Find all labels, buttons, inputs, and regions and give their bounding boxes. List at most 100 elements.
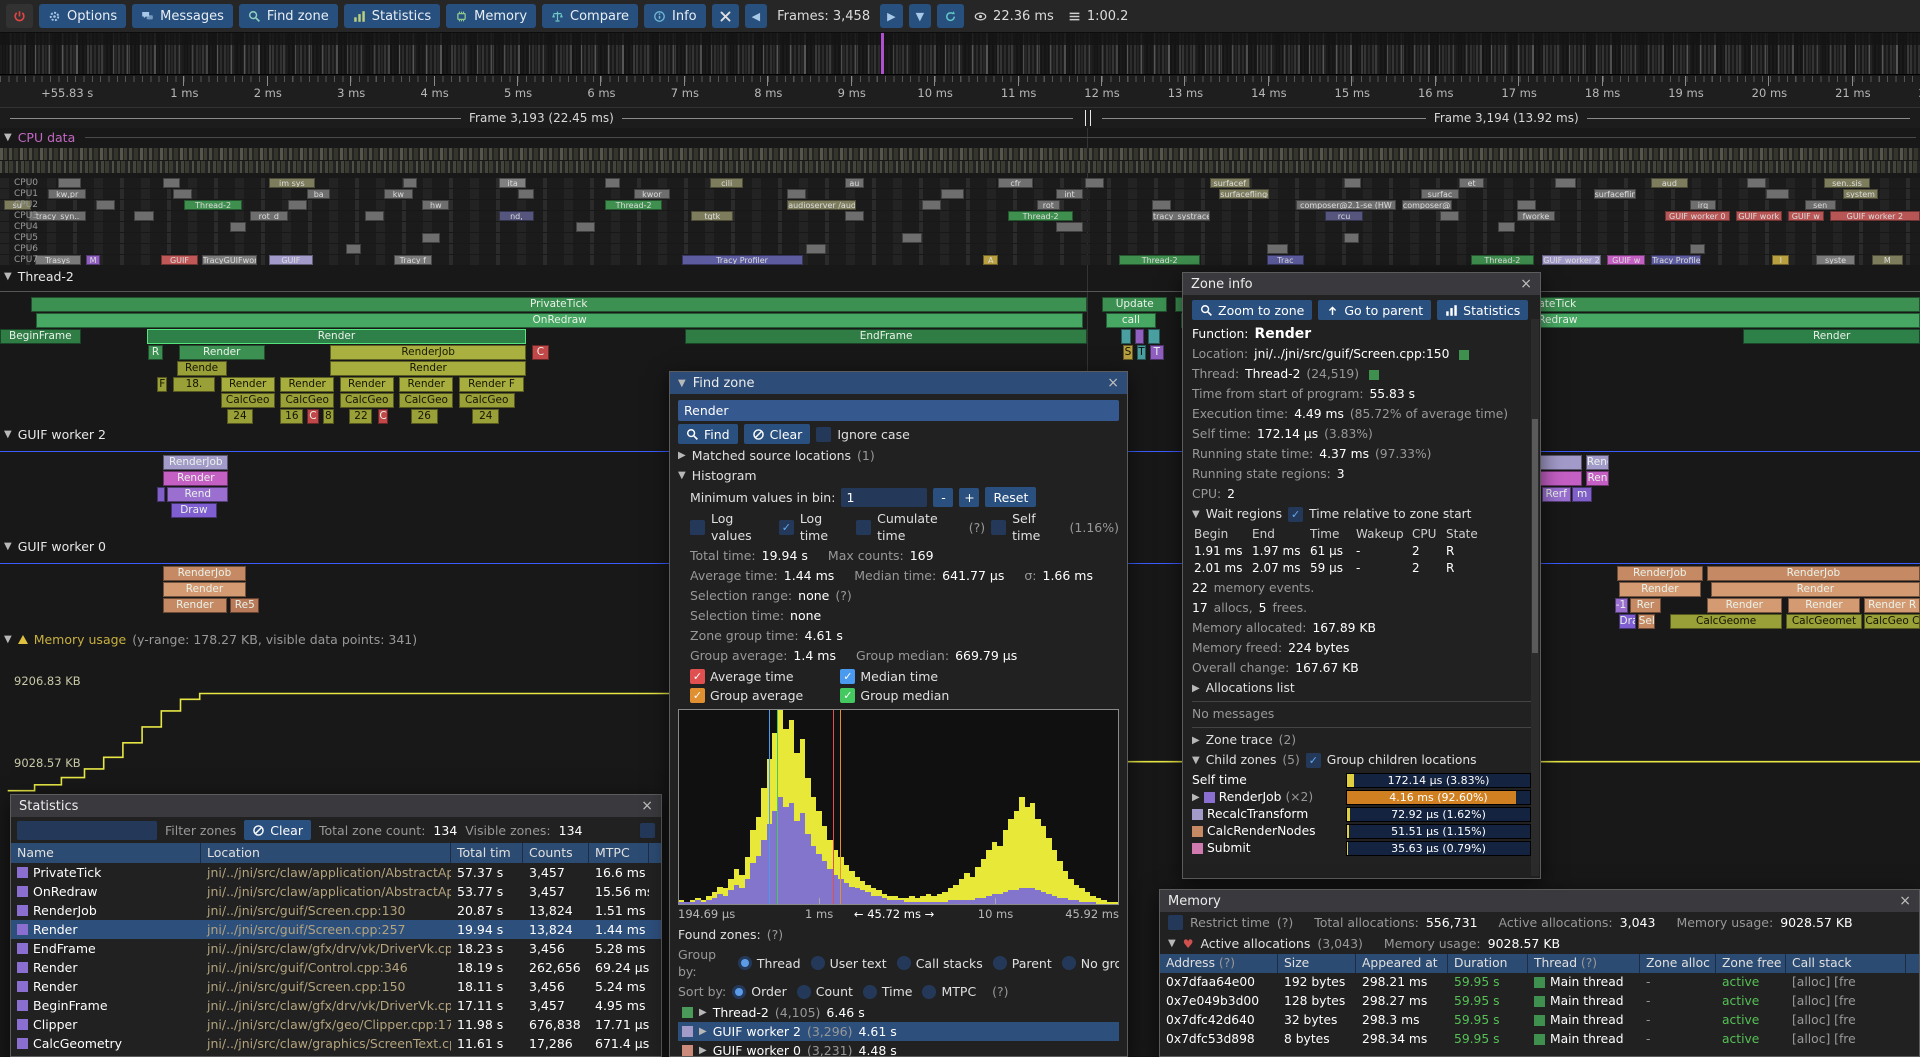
timeline-zone[interactable]: Render R <box>1864 598 1920 613</box>
series-toggle-group-average[interactable]: ✓Group average <box>690 688 840 703</box>
cpu-zone[interactable]: fworke <box>1517 211 1555 221</box>
timeline-zone[interactable]: Render <box>1711 582 1920 597</box>
cpu-zone[interactable]: au <box>845 178 864 188</box>
series-toggle-average-time[interactable]: ✓Average time <box>690 669 840 684</box>
timeline-zone[interactable]: m <box>1572 487 1591 502</box>
frame-bar[interactable]: Frame 3,193 (22.45 ms) Frame 3,194 (13.9… <box>0 108 1920 128</box>
group-by-user-text[interactable]: User text <box>811 955 887 972</box>
timeline-zone[interactable]: -17 <box>1615 598 1628 613</box>
cpu-zone[interactable]: system <box>1843 189 1878 199</box>
cpu-zone[interactable] <box>346 244 361 254</box>
zoom-to-frame-button[interactable] <box>937 4 964 28</box>
timeline-zone[interactable]: Render <box>1788 598 1861 613</box>
series-checkbox[interactable]: ✓ <box>840 688 855 703</box>
cpu-zone[interactable] <box>576 222 595 232</box>
cpu-zone[interactable] <box>1085 178 1104 188</box>
options-button[interactable]: Options <box>39 4 126 28</box>
timeline-zone[interactable]: Render <box>1619 582 1702 597</box>
statistics-row[interactable]: OnRedrawjni/../jni/src/claw/application/… <box>11 882 661 901</box>
cpu-zone[interactable]: GUIF worker 2 <box>1542 255 1602 265</box>
cpu-zone[interactable] <box>288 200 307 210</box>
frame-3194[interactable]: Frame 3,194 (13.92 ms) <box>1092 108 1920 128</box>
cpu-zone[interactable]: ba <box>307 189 330 199</box>
active-allocations-header[interactable]: ▼ ♥ Active allocations (3,043) Memory us… <box>1160 933 1919 954</box>
column-header-location[interactable]: Location <box>201 843 451 863</box>
timeline-zone[interactable]: Re5 <box>230 598 259 613</box>
timeline-zone[interactable]: Render <box>147 329 526 344</box>
zone-statistics-button[interactable]: Statistics <box>1437 300 1528 320</box>
cpu-zone[interactable] <box>96 200 115 210</box>
timeline-zone[interactable]: 26 <box>411 409 438 424</box>
statistics-button[interactable]: Statistics <box>344 4 440 28</box>
cpu-zone[interactable]: hw <box>422 200 449 210</box>
frame-3193[interactable]: Frame 3,193 (22.45 ms) <box>0 108 1083 128</box>
timeline-zone[interactable]: RenderJob <box>1707 566 1920 581</box>
cpu-zone[interactable] <box>1440 211 1459 221</box>
cpu-zone[interactable]: GUIF <box>269 255 313 265</box>
cpu-zone[interactable]: aud <box>1651 178 1687 188</box>
timeline-zone[interactable] <box>157 487 165 502</box>
min-bin-increase-button[interactable]: + <box>959 488 979 507</box>
timeline-zone[interactable]: Render <box>221 377 275 392</box>
timeline-zone[interactable]: RenderJob <box>330 345 526 360</box>
cpu-zone[interactable]: kw,pr <box>48 189 86 199</box>
thread-icon[interactable] <box>1369 370 1379 380</box>
cpu-zone[interactable] <box>1517 200 1536 210</box>
statistics-window-titlebar[interactable]: Statistics × <box>11 795 661 817</box>
sort-by-count[interactable]: Count <box>797 983 853 1000</box>
timeline-zone[interactable] <box>1135 329 1145 344</box>
cpu-zone[interactable]: surfac <box>1421 189 1459 199</box>
wait-region-row[interactable]: 1.91 ms1.97 ms61 µs-2R <box>1192 543 1531 560</box>
timeline-zone[interactable]: call <box>1106 313 1156 328</box>
cpu-zone[interactable] <box>173 189 192 199</box>
column-header-zone-free[interactable]: Zone free <box>1716 954 1786 973</box>
cpu-zone[interactable]: Thread-2 <box>1471 255 1534 265</box>
cpu-zone[interactable]: TracyGUIFworl <box>202 255 258 265</box>
cpu-zone[interactable]: im sys <box>269 178 315 188</box>
cpu-zone[interactable] <box>422 233 439 243</box>
find-zone-window-titlebar[interactable]: ▼ Find zone × <box>670 372 1127 394</box>
cpu-zone[interactable]: irq <box>1690 200 1717 210</box>
allocation-row[interactable]: 0x7e049b3d00128 bytes298.27 ms59.95 sMai… <box>1160 992 1919 1011</box>
find-zone-histogram[interactable] <box>678 709 1119 905</box>
relative-time-checkbox[interactable]: ✓ <box>1288 507 1303 522</box>
timeline-zone[interactable]: C <box>307 409 319 424</box>
restrict-time-checkbox[interactable] <box>1168 915 1183 930</box>
cpu-data-header[interactable]: ▼ CPU data <box>4 130 1920 145</box>
cpu-zone[interactable]: cfr <box>998 178 1033 188</box>
cpu-track[interactable] <box>0 244 1920 254</box>
cpu-track[interactable]: TrasysMGUIFTracyGUIFworlGUIFTracy fTracy… <box>0 255 1920 265</box>
cpu-zone[interactable]: GUIF w <box>1607 255 1645 265</box>
close-icon[interactable]: × <box>1520 277 1532 291</box>
cpu-zone[interactable] <box>941 189 964 199</box>
clear-filter-button[interactable]: Clear <box>244 820 311 840</box>
timeline-zone[interactable]: Render <box>179 345 265 360</box>
cpu-zone[interactable]: Thread-2 <box>1008 211 1073 221</box>
cpu-track[interactable]: im sysitaciliaucfrsurfacefetaudsen..sis <box>0 178 1920 188</box>
allocation-row[interactable]: 0x7dfc53d8988 bytes298.34 ms59.95 sMain … <box>1160 1030 1919 1049</box>
cpu-zone[interactable]: composer@ <box>1402 200 1452 210</box>
cpu-zone[interactable] <box>58 178 81 188</box>
timeline-zone[interactable]: C <box>532 345 549 360</box>
close-icon[interactable]: × <box>641 799 653 813</box>
cpu-zone[interactable]: Thread-2 <box>1119 255 1200 265</box>
timeline-zone[interactable]: RenderJob <box>1617 566 1703 581</box>
timeline-zone[interactable]: Draw <box>171 503 217 518</box>
allocations-list-header[interactable]: ▶Allocations list <box>1192 680 1531 697</box>
cpu-zone[interactable]: A <box>983 255 998 265</box>
close-icon[interactable]: × <box>1899 894 1911 908</box>
timeline-zone[interactable]: CalcGeo <box>221 393 275 408</box>
column-header-zone-alloc[interactable]: Zone alloc <box>1640 954 1716 973</box>
cpu-zone[interactable]: rot <box>1037 200 1060 210</box>
cpu-zone[interactable] <box>806 244 825 254</box>
cpu-zone[interactable]: rcu <box>1325 211 1363 221</box>
min-bin-decrease-button[interactable]: - <box>933 488 953 507</box>
cpu-zone[interactable]: Tracy f <box>394 255 432 265</box>
timeline-zone[interactable]: Render <box>163 471 228 486</box>
timeline-zone[interactable]: BeginFrame <box>0 329 81 344</box>
timeline-zone[interactable] <box>1121 329 1131 344</box>
cpu-zone[interactable]: surfaceflinger <box>1219 189 1269 199</box>
cpu-zone[interactable]: M <box>1872 255 1903 265</box>
timeline-zone[interactable]: Rerf <box>1542 487 1571 502</box>
group-by-parent[interactable]: Parent <box>993 955 1052 972</box>
